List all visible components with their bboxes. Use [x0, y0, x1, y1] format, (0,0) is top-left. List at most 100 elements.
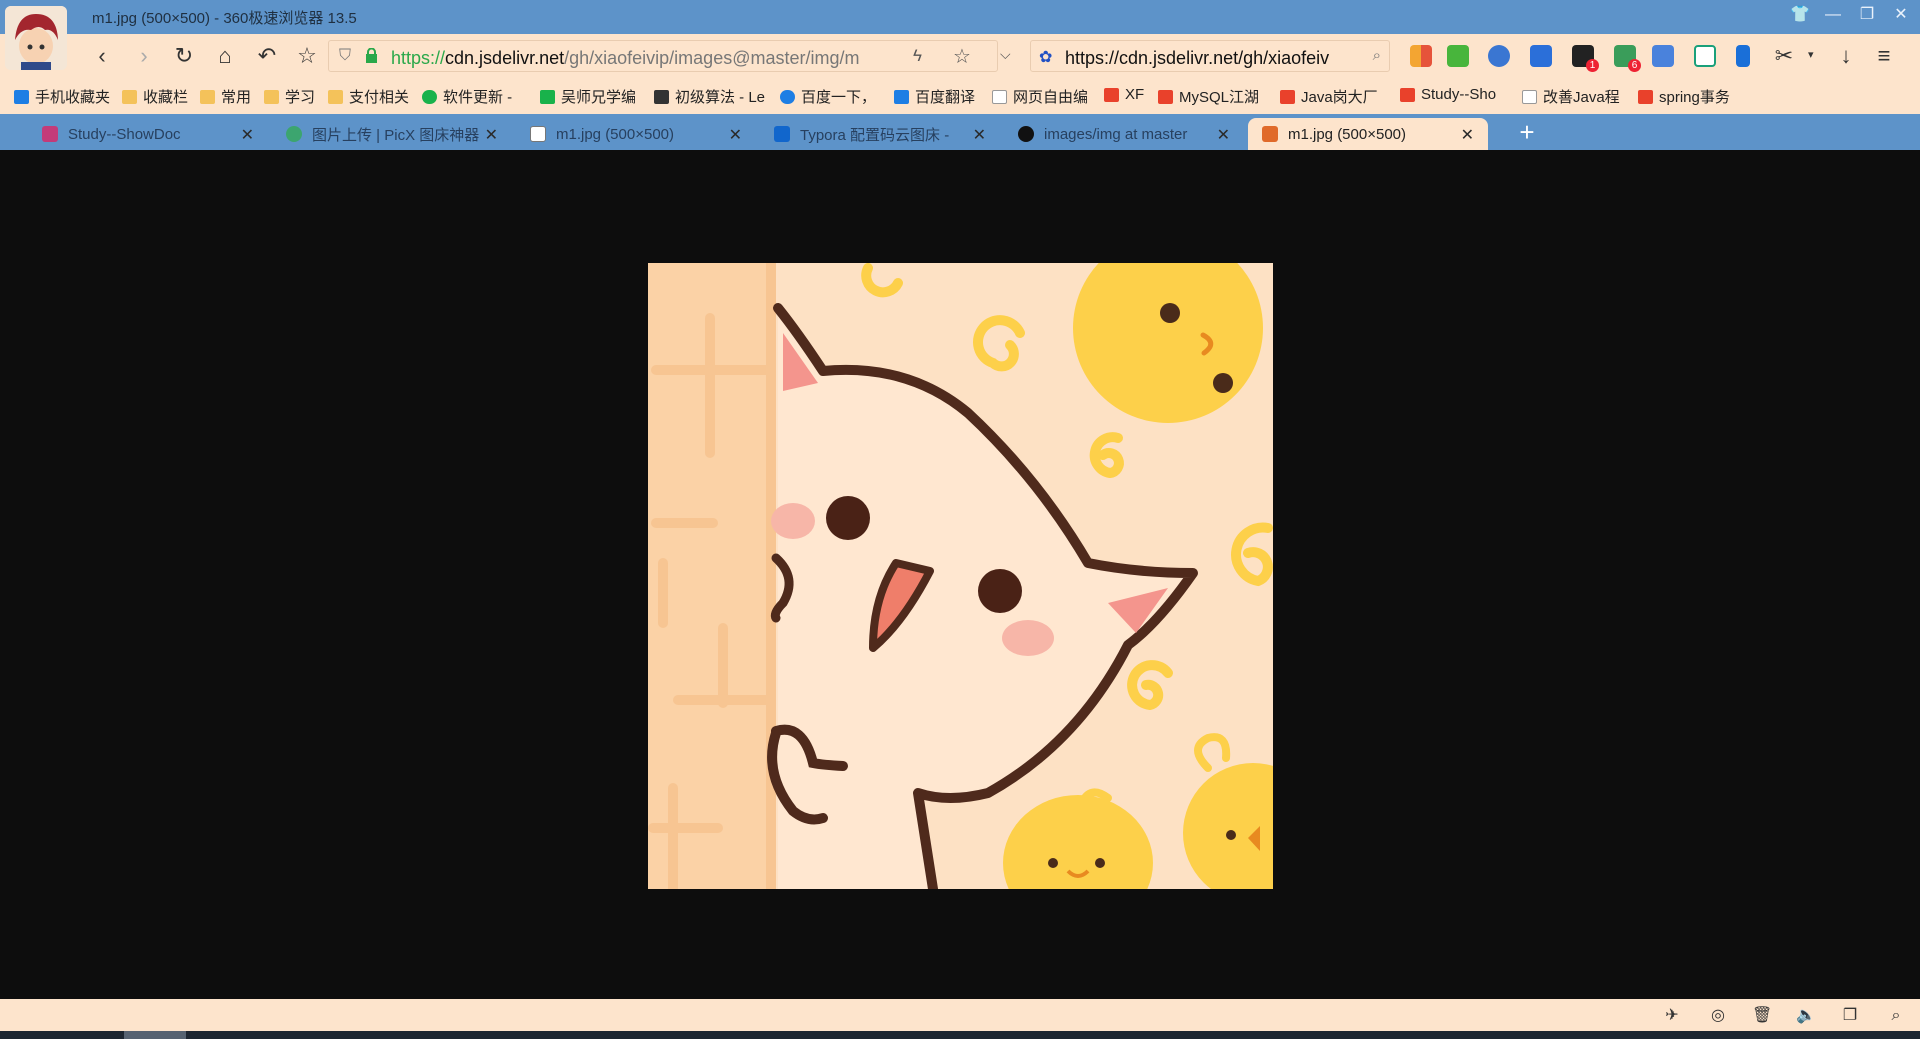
displayed-image[interactable] — [648, 233, 1323, 931]
shield-icon[interactable]: ⛉ — [339, 47, 351, 65]
lock-icon — [365, 47, 378, 63]
lightning-icon[interactable]: ϟ — [913, 46, 922, 66]
stats-icon[interactable] — [1530, 45, 1552, 67]
skin-icon[interactable]: 👕 — [1790, 6, 1810, 24]
u-extension-icon[interactable] — [1736, 45, 1750, 67]
page-icon — [992, 89, 1007, 104]
bookmark-folder[interactable]: 常用 — [200, 86, 258, 107]
bookmark-item[interactable]: 改善Java程 — [1522, 86, 1630, 107]
bookmark-label: spring事务 — [1659, 89, 1730, 106]
bookmark-item[interactable]: 初级算法 - Le — [654, 86, 772, 107]
minimize-button[interactable]: — — [1824, 6, 1842, 24]
bookmark-label: 网页自由编 — [1013, 89, 1089, 106]
close-tab-icon[interactable]: ✕ — [241, 125, 254, 145]
bookmark-label: 初级算法 - Le — [675, 89, 766, 106]
favorite-star-button[interactable]: ☆ — [293, 42, 321, 70]
undo-close-button[interactable]: ↶ — [253, 42, 281, 70]
close-tab-icon[interactable]: ✕ — [485, 125, 498, 145]
notion-icon[interactable] — [1694, 45, 1716, 67]
speaker-icon[interactable]: 🔈 — [1796, 1006, 1816, 1026]
close-tab-icon[interactable]: ✕ — [1461, 125, 1474, 145]
pin-icon[interactable]: ✈ — [1662, 1006, 1682, 1026]
tab-typora[interactable]: Typora 配置码云图床 - ✕ — [760, 118, 1000, 150]
download-icon[interactable]: ↓ — [1832, 42, 1860, 70]
address-bar[interactable]: ⛉ https://cdn.jsdelivr.net/gh/xiaofeivip… — [328, 40, 998, 72]
csdn-icon — [1158, 89, 1173, 104]
bookmark-item[interactable]: 软件更新 - — [422, 86, 534, 107]
bookmark-item[interactable]: spring事务 — [1638, 86, 1748, 107]
bookmark-label: 学习 — [285, 89, 316, 106]
feather-icon — [1400, 87, 1415, 102]
search-bar[interactable]: ✿ https://cdn.jsdelivr.net/gh/xiaofeiv ⌕ — [1030, 40, 1390, 72]
leetcode-icon — [654, 89, 669, 104]
bookmark-item[interactable]: XF — [1104, 86, 1154, 103]
bookmark-item[interactable]: 网页自由编 — [992, 86, 1098, 107]
close-tab-icon[interactable]: ✕ — [729, 125, 742, 145]
reload-button[interactable]: ↻ — [170, 42, 198, 70]
trash-icon[interactable]: 🗑 — [1752, 1006, 1772, 1026]
tab-label: Typora 配置码云图床 - — [800, 126, 950, 144]
scissors-dropdown-icon[interactable]: ▾ — [1808, 48, 1814, 61]
url-protocol: https:// — [391, 48, 446, 68]
zoom-icon[interactable]: ⌕ — [1886, 1006, 1906, 1026]
close-tab-icon[interactable]: ✕ — [973, 125, 986, 145]
phone-icon — [14, 89, 29, 104]
tab-m1-jpg-active[interactable]: m1.jpg (500×500) ✕ — [1248, 118, 1488, 150]
tab-showdoc[interactable]: Study--ShowDoc ✕ — [28, 118, 268, 150]
extensions-icon[interactable]: 6 — [1614, 45, 1641, 72]
apps-grid-icon[interactable] — [1410, 45, 1432, 67]
new-tab-button[interactable]: + — [1510, 114, 1544, 150]
url-dropdown-icon[interactable]: ⌵ — [1000, 46, 1011, 63]
bookmark-label: MySQL江湖 — [1179, 89, 1260, 106]
tab-picx[interactable]: 图片上传 | PicX 图床神器 ✕ — [272, 118, 512, 150]
bookmark-label: 支付相关 — [349, 89, 410, 106]
url-path: /gh/xiaofeivip/images@master/img/m — [564, 48, 860, 68]
scissors-icon[interactable]: ✂ — [1770, 42, 1798, 70]
home-button[interactable]: ⌂ — [211, 42, 239, 70]
notification-icon[interactable]: 1 — [1572, 45, 1599, 72]
user-avatar[interactable] — [5, 6, 67, 70]
restore-button[interactable]: ❐ — [1858, 6, 1876, 24]
bookmark-label: 吴师兄学编 — [561, 89, 637, 106]
tab-label: 图片上传 | PicX 图床神器 — [312, 126, 480, 144]
bookmark-item[interactable]: 百度翻译 — [894, 86, 990, 107]
bookmark-label: 百度翻译 — [915, 89, 976, 106]
shield-icon — [1262, 126, 1278, 142]
bookmark-item[interactable]: Study--Sho — [1400, 86, 1510, 103]
bookmark-label: 收藏栏 — [143, 89, 189, 106]
csdn-icon — [1638, 89, 1653, 104]
folder-icon — [264, 89, 279, 104]
bookmark-item[interactable]: MySQL江湖 — [1158, 86, 1274, 107]
bookmark-folder[interactable]: 支付相关 — [328, 86, 416, 107]
bookmark-star-icon[interactable]: ☆ — [953, 44, 971, 69]
tab-m1-jpg[interactable]: m1.jpg (500×500) ✕ — [516, 118, 756, 150]
bookmark-item[interactable]: 吴师兄学编 — [540, 86, 648, 107]
back-button[interactable]: ‹ — [88, 42, 116, 70]
qrcode-icon[interactable] — [1447, 45, 1469, 67]
os-taskbar — [0, 1031, 1920, 1039]
tab-label: m1.jpg (500×500) — [1288, 125, 1406, 143]
picx-icon — [286, 126, 302, 142]
bookmark-label: Study--Sho — [1421, 86, 1497, 103]
menu-icon[interactable]: ≡ — [1870, 42, 1898, 70]
bookmark-folder[interactable]: 收藏栏 — [122, 86, 194, 107]
bookmark-item[interactable]: 手机收藏夹 — [14, 86, 118, 107]
search-icon[interactable]: ⌕ — [1373, 47, 1381, 64]
folder-icon — [328, 89, 343, 104]
close-tab-icon[interactable]: ✕ — [1217, 125, 1230, 145]
tab-github[interactable]: images/img at master ✕ — [1004, 118, 1244, 150]
taskbar-item[interactable] — [124, 1031, 186, 1039]
speed-icon[interactable]: ◎ — [1708, 1006, 1728, 1026]
bookmark-folder[interactable]: 学习 — [264, 86, 322, 107]
close-window-button[interactable]: ✕ — [1892, 6, 1910, 24]
sync-icon[interactable] — [1488, 45, 1510, 67]
url-text[interactable]: https://cdn.jsdelivr.net/gh/xiaofeivip/i… — [391, 48, 901, 69]
bookmark-item[interactable]: Java岗大厂 — [1280, 86, 1394, 107]
page-icon — [1522, 89, 1537, 104]
forward-button[interactable]: › — [130, 42, 158, 70]
bookmark-item[interactable]: 百度一下， — [780, 86, 884, 107]
window-mode-icon[interactable]: ❐ — [1840, 1006, 1860, 1026]
translate-icon[interactable] — [1652, 45, 1674, 67]
search-text[interactable]: https://cdn.jsdelivr.net/gh/xiaofeiv — [1065, 48, 1355, 69]
green-c-icon — [422, 89, 437, 104]
